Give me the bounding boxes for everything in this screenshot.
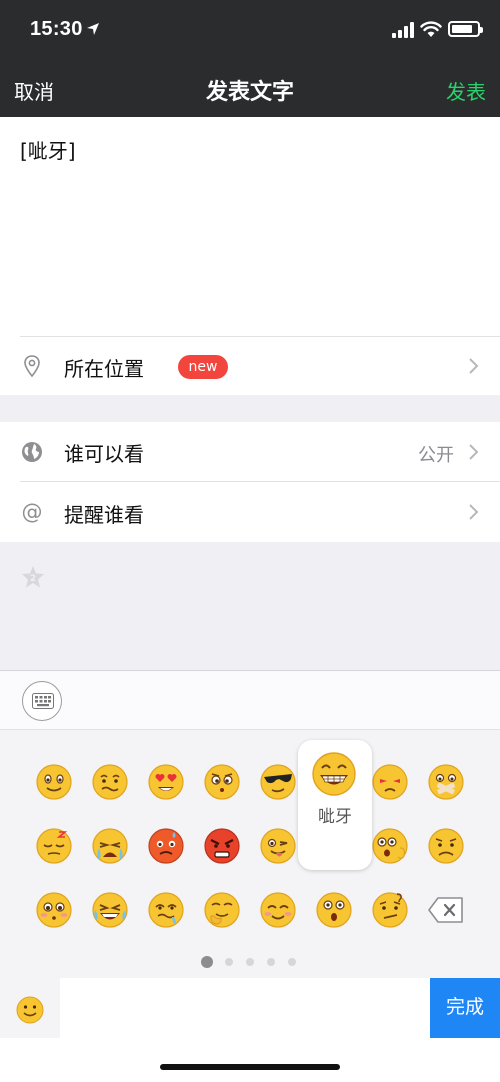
page-dot-3[interactable] [246,958,254,966]
shy-emoji-icon[interactable] [34,890,74,930]
heart-eyes-emoji-icon[interactable] [146,762,186,802]
input-toolbar [0,670,500,730]
page-dot-1[interactable] [201,956,213,968]
blush-angry-emoji-icon[interactable] [146,826,186,866]
gray-area: 2 [0,542,500,670]
page-indicator [0,954,500,970]
stare-emoji-icon[interactable] [202,762,242,802]
blush-smile-emoji-icon[interactable] [258,890,298,930]
location-pin-icon [24,355,40,378]
page-dot-5[interactable] [288,958,296,966]
page-dot-2[interactable] [225,958,233,966]
publish-button[interactable]: 发表 [446,76,486,105]
mention-row[interactable]: @ 提醒谁看 [0,482,500,542]
mention-label: 提醒谁看 [64,503,144,527]
emoji-category-icon[interactable] [10,990,50,1030]
location-row[interactable]: 所在位置 new [0,337,500,395]
angry-eyes-emoji-icon[interactable] [370,762,410,802]
emoji-preview-caption: 呲牙 [318,807,352,827]
laugh-cry-emoji-icon[interactable] [90,890,130,930]
sad-emoji-icon[interactable] [426,826,466,866]
chevron-right-icon [469,504,479,520]
page-dot-4[interactable] [267,958,275,966]
furious-emoji-icon[interactable] [202,826,242,866]
status-bar: 15:30 [0,0,500,60]
svg-text:2: 2 [30,574,36,584]
location-label: 所在位置 [64,357,144,381]
sleepy-emoji-icon[interactable] [34,826,74,866]
star-icon: 2 [22,566,44,588]
compose-text[interactable]: [呲牙] [20,135,76,164]
drool-emoji-icon[interactable] [146,890,186,930]
emoji-bottom-bar: 完成 [0,978,500,1038]
visibility-label: 谁可以看 [64,442,144,466]
surprised-emoji-icon[interactable] [370,826,410,866]
status-time: 15:30 [30,18,83,40]
confused-emoji-icon[interactable] [370,890,410,930]
grimace-emoji-icon[interactable] [90,762,130,802]
globe-icon [22,442,42,462]
home-area [0,1038,500,1082]
chevron-right-icon [469,444,479,460]
location-arrow-icon [87,23,99,35]
home-indicator[interactable] [160,1064,340,1070]
section-gap [0,395,500,422]
visibility-value: 公开 [418,445,454,466]
battery-icon [448,21,483,37]
top-bar: 15:30 取消 发表文字 发表 [0,0,500,117]
at-sign-icon: @ [22,500,43,524]
new-badge: new [178,355,228,379]
keyboard-icon [32,693,54,709]
keyboard-toggle-button[interactable] [22,681,62,721]
nav-bar: 取消 发表文字 发表 [0,60,500,117]
smile-emoji-icon[interactable] [34,762,74,802]
emoji-tab-strip [60,978,430,1038]
page-title: 发表文字 [205,80,294,105]
snicker-emoji-icon[interactable] [202,890,242,930]
svg-text:@: @ [22,500,43,524]
chevron-right-icon [469,358,479,374]
crying-emoji-icon[interactable] [90,826,130,866]
tongue-wink-emoji-icon[interactable] [258,826,298,866]
backspace-icon[interactable] [426,890,466,930]
shocked-emoji-icon[interactable] [314,890,354,930]
cool-sunglasses-emoji-icon[interactable] [258,762,298,802]
signal-icon [392,22,414,38]
compose-area[interactable]: [呲牙] [0,117,500,337]
shush-emoji-icon[interactable] [426,762,466,802]
emoji-panel [0,730,500,978]
grin-emoji-icon [312,752,356,796]
visibility-row[interactable]: 谁可以看 公开 [0,422,500,481]
emoji-preview-popup: 呲牙 [298,740,372,870]
wifi-icon [420,21,442,37]
done-button[interactable]: 完成 [430,978,500,1038]
